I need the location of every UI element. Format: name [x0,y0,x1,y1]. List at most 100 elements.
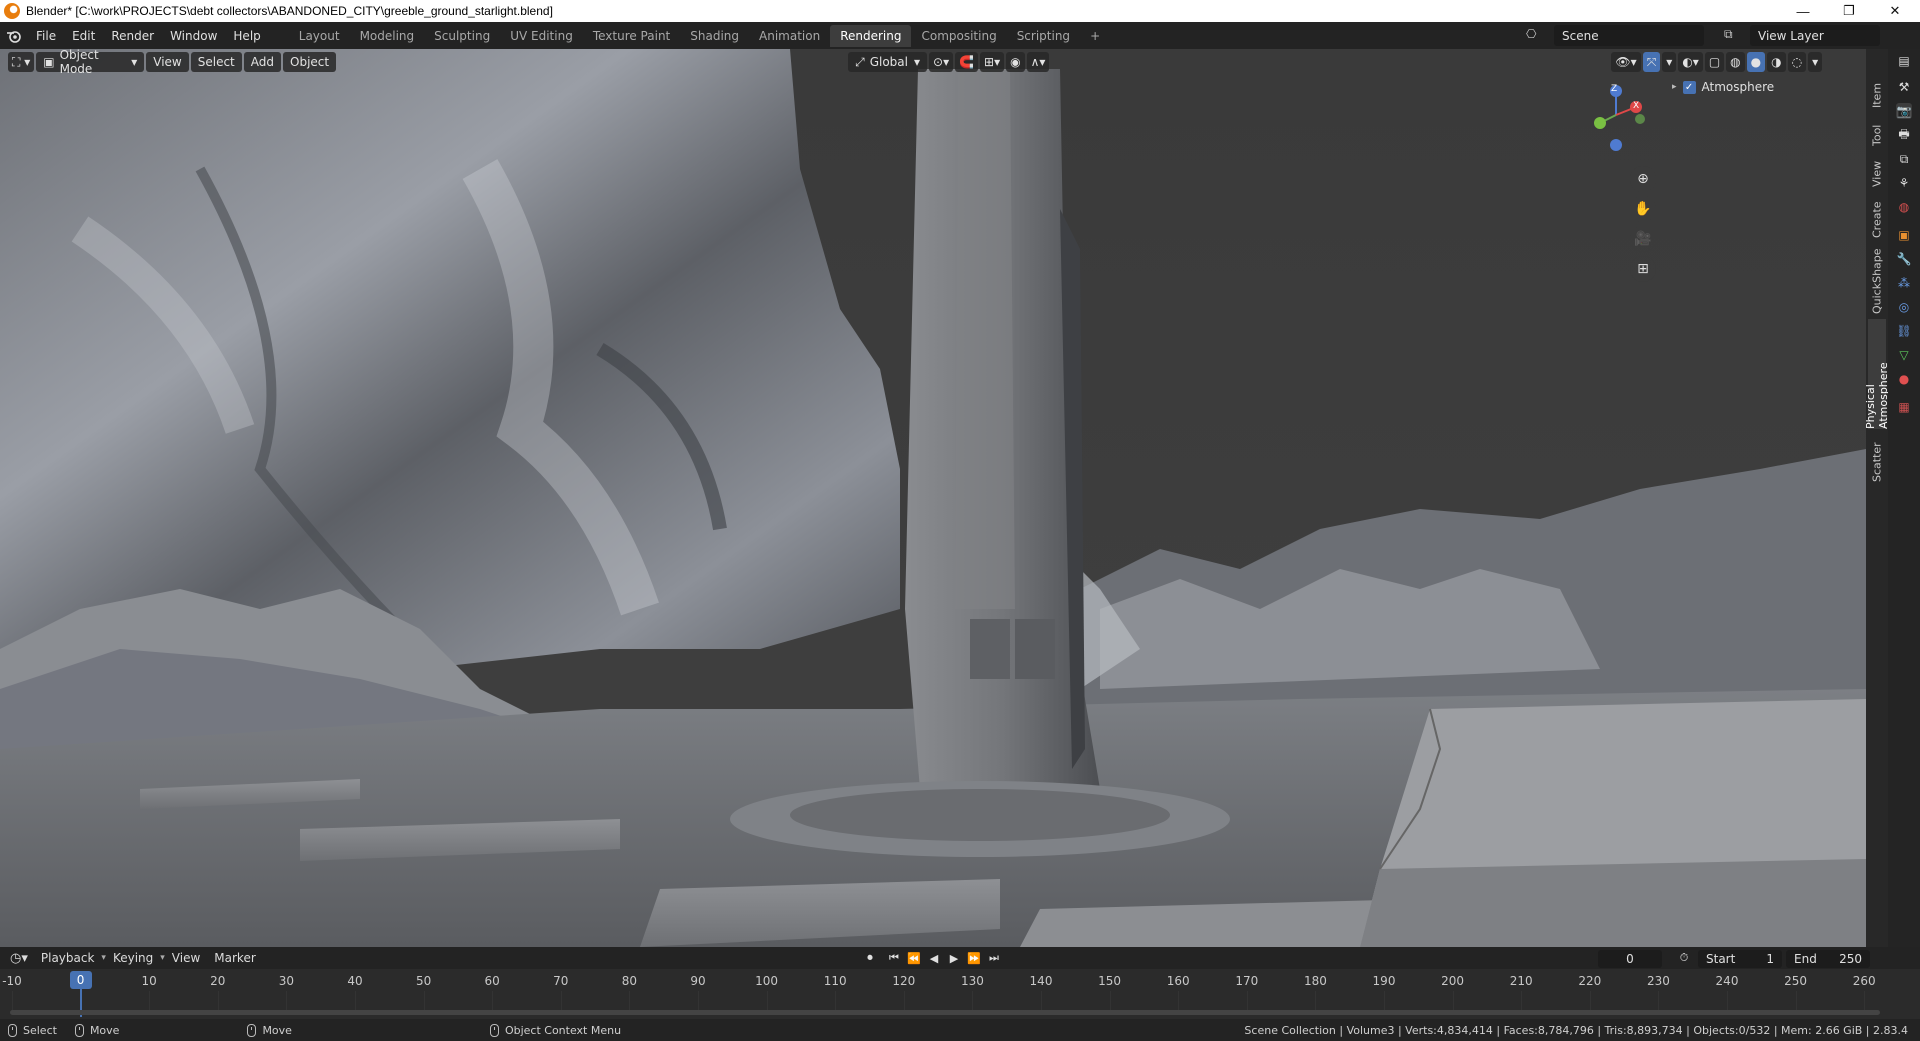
close-window-button[interactable]: ✕ [1872,0,1918,22]
pivot-point-icon[interactable]: ⊙▾ [929,52,954,72]
menu-file[interactable]: File [28,22,64,49]
physics-properties-icon[interactable]: ◎ [1896,299,1912,315]
tab-uv-editing[interactable]: UV Editing [500,25,583,47]
texture-properties-icon[interactable]: ▦ [1896,399,1912,415]
scene-selector-icon[interactable]: ⎔ [1526,27,1548,45]
play-reverse-icon[interactable]: ◀ [926,950,942,966]
maximize-button[interactable]: ❐ [1826,0,1872,22]
view-layer-field[interactable]: View Layer [1750,25,1880,46]
sidebar-tab-physical-atmosphere[interactable]: Physical Atmosphere [1864,319,1890,429]
tab-shading[interactable]: Shading [680,25,749,47]
solid-shading-icon[interactable]: ● [1746,52,1766,72]
material-properties-icon[interactable]: ● [1896,371,1912,387]
sidebar-tab-view[interactable]: View [1868,157,1886,191]
tab-compositing[interactable]: Compositing [911,25,1006,47]
transform-orientation-select[interactable]: ⤢ Global ▾ [848,52,928,72]
sidebar-tab-item[interactable]: Item [1868,77,1886,113]
expand-triangle-icon[interactable]: ▸ [1672,82,1677,92]
start-frame-field[interactable]: Start 1 [1698,950,1782,968]
wireframe-shading-icon[interactable]: ◍ [1726,52,1745,72]
viewport-menu-object[interactable]: Object [283,52,337,72]
material-shading-icon[interactable]: ◑ [1767,52,1786,72]
sidebar-tab-scatter[interactable]: Scatter [1868,437,1886,487]
object-properties-icon[interactable]: ▣ [1896,227,1912,243]
view-layer-properties-icon[interactable]: ⧉ [1896,151,1912,167]
timeline-menu-playback[interactable]: Playback [34,951,102,965]
menu-render[interactable]: Render [103,22,162,49]
timeline-menu-view[interactable]: View [165,951,207,965]
timeline-menu-marker[interactable]: Marker [207,951,262,965]
tab-layout[interactable]: Layout [289,25,350,47]
editor-type-button[interactable]: ⛶ ▾ [8,52,35,72]
snap-icon[interactable]: 🧲 [955,52,979,72]
pan-hand-icon[interactable]: ✋ [1630,196,1656,222]
timeline-tick-label: 120 [892,974,916,988]
next-keyframe-icon[interactable]: ⏩ [966,950,982,966]
mode-selector[interactable]: ▣ Object Mode ▾ [36,49,145,76]
blender-menu-icon[interactable] [0,22,28,49]
world-properties-icon[interactable]: ◍ [1896,199,1912,215]
viewport-menu-select[interactable]: Select [190,52,242,72]
output-properties-icon[interactable]: 🖶 [1896,127,1912,143]
viewport-menu-add[interactable]: Add [243,52,281,72]
scene-field[interactable]: Scene [1554,25,1704,46]
scene-name: Scene [1562,28,1599,43]
current-frame-value: 0 [1626,952,1634,966]
snap-target-icon[interactable]: ⊞▾ [980,52,1005,72]
menu-window[interactable]: Window [162,22,225,49]
end-frame-field[interactable]: End 250 [1786,950,1870,968]
jump-end-icon[interactable]: ⏭ [986,950,1002,966]
tab-texture-paint[interactable]: Texture Paint [583,25,680,47]
preview-range-icon[interactable]: ⏱ [1676,950,1692,966]
jump-start-icon[interactable]: ⏮ [886,950,902,966]
sidebar-tab-create[interactable]: Create [1868,197,1886,243]
overlay-icon[interactable]: ◐▾ [1678,52,1703,72]
tool-settings-icon[interactable]: ⚒ [1896,79,1912,95]
constraints-properties-icon[interactable]: ⛓ [1896,323,1912,339]
viewport-menu-view[interactable]: View [146,52,189,72]
tab-rendering[interactable]: Rendering [830,24,912,47]
3d-viewport[interactable]: ⛶ ▾ ▣ Object Mode ▾ View Select Add Obje… [0,49,1866,947]
current-frame-field[interactable]: 0 [1598,950,1662,968]
zoom-icon[interactable]: ⊕ [1630,166,1656,192]
tab-animation[interactable]: Animation [749,25,830,47]
modifier-properties-icon[interactable]: 🔧 [1896,251,1912,267]
editor-type-icon[interactable]: ▤ [1896,53,1912,69]
record-icon[interactable]: ⏺ [862,950,878,966]
outliner-atmosphere-row[interactable]: ▸ ✓ Atmosphere [1672,76,1774,98]
add-workspace-button[interactable]: + [1080,25,1110,47]
shading-menu-icon[interactable]: ▾ [1808,52,1823,72]
view-layer-icon[interactable]: ⧉ [1724,27,1744,45]
tab-sculpting[interactable]: Sculpting [424,25,500,47]
play-icon[interactable]: ▶ [946,950,962,966]
timeline-menu-keying[interactable]: Keying [106,951,160,965]
scene-properties-icon[interactable]: ⚘ [1896,175,1912,191]
menu-help[interactable]: Help [225,22,268,49]
sidebar-tab-tool[interactable]: Tool [1868,119,1886,151]
camera-icon[interactable]: 🎥 [1630,226,1656,252]
timeline-scrollbar[interactable] [10,1010,1880,1015]
falloff-icon[interactable]: ∧▾ [1026,52,1050,72]
visibility-icon[interactable]: 👁▾ [1611,52,1641,72]
mouse-right-icon [247,1023,257,1037]
tab-modeling[interactable]: Modeling [350,25,425,47]
timeline-editor-icon[interactable]: ◷▾ [10,951,28,966]
xray-icon[interactable]: ▢ [1704,52,1725,72]
tab-scripting[interactable]: Scripting [1007,25,1080,47]
gizmo-menu-icon[interactable]: ▾ [1662,52,1677,72]
grid-perspective-icon[interactable]: ⊞ [1630,256,1656,282]
status-move-2: Move [262,1023,292,1037]
data-properties-icon[interactable]: ▽ [1896,347,1912,363]
sidebar-tab-quickshape[interactable]: QuickShape [1868,248,1886,314]
particles-properties-icon[interactable]: ⁂ [1896,275,1912,291]
prev-keyframe-icon[interactable]: ⏪ [906,950,922,966]
minimize-button[interactable]: — [1780,0,1826,22]
rendered-shading-icon[interactable]: ◌ [1787,52,1807,72]
playhead-handle[interactable]: 0 [69,971,92,989]
menu-edit[interactable]: Edit [64,22,103,49]
render-properties-icon[interactable]: 📷 [1896,103,1912,119]
atmosphere-checkbox[interactable]: ✓ [1682,80,1696,94]
proportional-edit-icon[interactable]: ◉ [1006,52,1025,72]
timeline-tick-label: 110 [823,974,847,988]
gizmo-toggle-icon[interactable]: ⤧ [1642,52,1661,72]
